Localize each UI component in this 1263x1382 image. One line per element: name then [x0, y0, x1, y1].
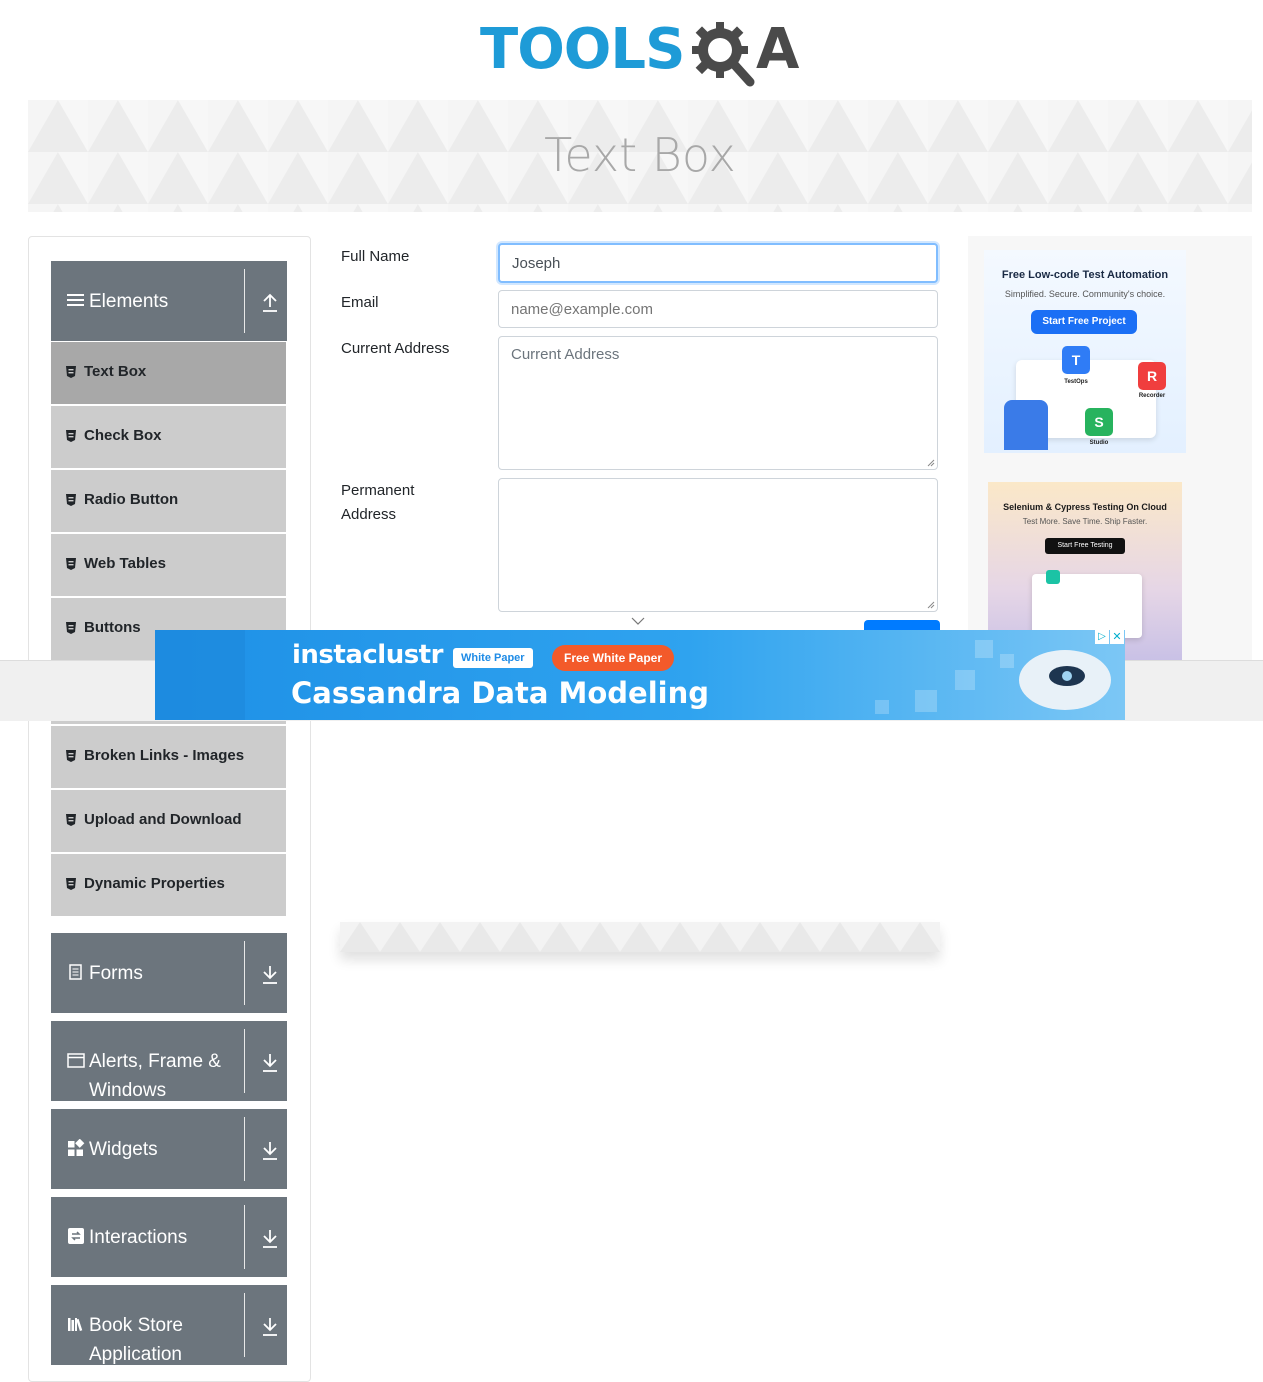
sidebar: Elements Text Box Check Box Radio Button…	[28, 236, 311, 1382]
sidebar-item-upload-download[interactable]: Upload and Download	[51, 789, 286, 853]
sidebar-item-label: Radio Button	[84, 491, 179, 508]
divider	[244, 1029, 245, 1093]
sidebar-item-web-tables[interactable]: Web Tables	[51, 533, 286, 597]
studio-logo-icon: S	[1085, 408, 1113, 436]
expand-arrow-icon	[263, 1054, 277, 1072]
hamburger-icon	[67, 294, 84, 306]
resize-grip-icon[interactable]	[927, 459, 935, 467]
interaction-icon	[68, 1228, 84, 1244]
ad1-label-recorder: Recorder	[1138, 393, 1166, 399]
sidebar-item-broken-links[interactable]: Broken Links - Images	[51, 725, 286, 789]
logo-suffix: A	[756, 17, 800, 82]
full-name-input[interactable]	[498, 243, 938, 283]
banner-ad-instaclustr[interactable]: instaclustr White Paper Free White Paper…	[155, 630, 1125, 720]
gear-magnifier-icon	[692, 22, 755, 87]
ad1-label-studio: Studio	[1089, 440, 1109, 446]
sidebar-item-label: Dynamic Properties	[84, 875, 225, 892]
group-label: Book Store Application	[89, 1315, 183, 1365]
html-icon	[66, 558, 76, 570]
sidebar-item-label: Web Tables	[84, 555, 166, 572]
email-input[interactable]	[498, 290, 938, 328]
group-header-forms[interactable]: Forms	[51, 933, 287, 1013]
sidebar-item-label: Text Box	[84, 363, 147, 380]
sidebar-item-label: Upload and Download	[84, 811, 242, 828]
html-icon	[66, 366, 76, 378]
group-header-alerts[interactable]: Alerts, Frame & Windows	[51, 1021, 287, 1101]
full-name-label: Full Name	[341, 248, 410, 265]
ad2-chip-icon	[1046, 570, 1060, 584]
page-banner: Text Box	[28, 100, 1252, 212]
html-icon	[66, 622, 76, 634]
expand-arrow-icon	[263, 1142, 277, 1160]
chevron-down-icon	[631, 617, 645, 625]
divider	[244, 1117, 245, 1181]
ad1-label-testops: TestOps	[1064, 379, 1088, 385]
sidebar-item-radio-button[interactable]: Radio Button	[51, 469, 286, 533]
sidebar-item-label: Buttons	[84, 619, 141, 636]
collapse-arrow-icon	[263, 293, 277, 312]
html-icon	[66, 878, 76, 890]
permanent-address-textarea[interactable]	[498, 478, 938, 612]
ad2-cta-button[interactable]: Start Free Testing	[1045, 538, 1125, 554]
expand-arrow-icon	[263, 1318, 277, 1336]
sidebar-item-text-box[interactable]: Text Box	[51, 341, 286, 405]
strip-pattern	[340, 922, 940, 952]
ad-tag-free-white-paper[interactable]: Free White Paper	[552, 645, 675, 671]
ad2-subtitle: Test More. Save Time. Ship Faster.	[1022, 517, 1148, 526]
group-header-widgets[interactable]: Widgets	[51, 1109, 287, 1189]
sidebar-item-dynamic-properties[interactable]: Dynamic Properties	[51, 853, 286, 917]
ad-katalon[interactable]: Free Low-code Test Automation Simplified…	[984, 250, 1186, 453]
resize-grip-icon[interactable]	[927, 601, 935, 609]
group-label: Alerts, Frame & Windows	[89, 1051, 221, 1101]
ad1-cta-button[interactable]: Start Free Project	[1031, 310, 1137, 334]
html-icon	[66, 814, 76, 826]
document-icon	[69, 964, 82, 980]
window-icon	[67, 1053, 85, 1068]
widgets-icon	[68, 1139, 85, 1156]
sidebar-item-check-box[interactable]: Check Box	[51, 405, 286, 469]
ad-close-icon[interactable]: ✕	[1110, 630, 1124, 644]
sidebar-item-label: Broken Links - Images	[84, 747, 245, 764]
ad1-subtitle: Simplified. Secure. Community's choice.	[1004, 289, 1166, 299]
html-icon	[66, 430, 76, 442]
ad2-title: Selenium & Cypress Testing On Cloud	[1003, 502, 1167, 512]
group-label: Forms	[89, 963, 143, 984]
ad-brand: instaclustr	[292, 640, 443, 670]
group-label: Widgets	[89, 1139, 158, 1160]
current-address-placeholder: Current Address	[511, 346, 620, 363]
group-header-elements[interactable]: Elements	[51, 261, 287, 341]
divider	[244, 1205, 245, 1269]
group-label: Interactions	[89, 1227, 188, 1248]
ad1-title: Free Low-code Test Automation	[1001, 269, 1169, 281]
expand-arrow-icon	[263, 966, 277, 984]
current-address-label: Current Address	[341, 340, 450, 357]
ad-headline: Cassandra Data Modeling	[291, 676, 709, 710]
page-title: Text Box	[544, 128, 736, 182]
group-label: Elements	[89, 291, 169, 312]
ad-choices-icon[interactable]: ▷	[1095, 630, 1109, 644]
html-icon	[66, 494, 76, 506]
testops-logo-icon: T	[1062, 346, 1090, 374]
email-label: Email	[341, 294, 379, 311]
expand-arrow-icon	[263, 1230, 277, 1248]
group-header-interactions[interactable]: Interactions	[51, 1197, 287, 1277]
ad-tag-white-paper: White Paper	[453, 648, 533, 668]
divider	[244, 941, 245, 1005]
sidebar-item-label: Check Box	[84, 427, 162, 444]
divider	[244, 1293, 245, 1357]
books-icon	[68, 1318, 83, 1332]
group-header-book-store[interactable]: Book Store Application	[51, 1285, 287, 1365]
toolsqa-logo[interactable]: TOOLS A	[480, 14, 810, 94]
robot-arm-icon	[1004, 400, 1048, 450]
footer-pattern-strip	[340, 922, 940, 952]
permanent-address-label: Permanent Address	[341, 482, 415, 523]
recorder-logo-icon: R	[1138, 362, 1166, 390]
divider	[244, 269, 245, 333]
html-icon	[66, 750, 76, 762]
logo-text: TOOLS	[480, 17, 685, 82]
current-address-textarea[interactable]: Current Address	[498, 336, 938, 470]
